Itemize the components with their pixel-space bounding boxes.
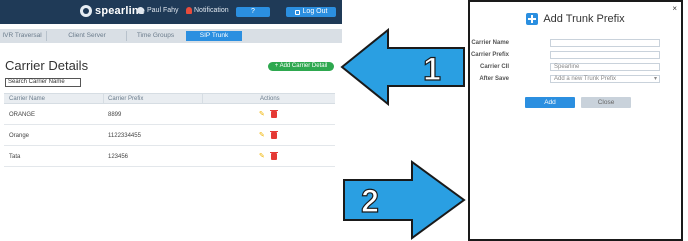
edit-pencil-icon[interactable]: ✎ [259,132,266,139]
stage: spearline Paul Fahy Notification ? Log O… [0,0,688,241]
edit-pencil-icon[interactable]: ✎ [259,111,266,118]
table-row: ORANGE 8899 ✎ [4,104,335,125]
bell-icon [186,7,192,14]
notification-label: Notification [194,7,229,14]
table-row: Orange 1122334455 ✎ [4,125,335,146]
page-title: Carrier Details [5,58,89,73]
table-row: Tata 123456 ✎ [4,146,335,167]
carrier-prefix-cell: 1122334455 [108,133,141,139]
after-save-selected-value: Add a new Trunk Prefix [554,76,617,82]
delete-trash-icon[interactable] [270,152,278,160]
add-carrier-detail-button[interactable]: + Add Carrier Detail [268,62,334,71]
user-icon [137,7,144,14]
modal-header: Add Trunk Prefix [470,13,681,25]
carrier-prefix-cell: 123456 [108,154,129,160]
tab-divider [126,31,127,41]
column-header-carrier-name: Carrier Name [9,96,46,102]
carrier-cii-label: Carrier CII [479,64,509,70]
form-row-carrier-cii: Carrier CII Spearline [470,63,681,72]
carrier-app-panel: spearline Paul Fahy Notification ? Log O… [0,0,342,241]
column-divider [103,94,104,104]
table-header: Carrier Name Carrier Prefix Actions [4,93,335,104]
form-row-carrier-prefix: Carrier Prefix [470,51,681,60]
carrier-prefix-cell: 8899 [108,112,122,118]
tab-divider [46,31,47,41]
spearline-logo-icon [80,5,92,17]
close-button[interactable]: Close [581,97,631,108]
user-name: Paul Fahy [147,7,179,14]
chevron-down-icon: ▾ [653,76,657,82]
carrier-prefix-label: Carrier Prefix [470,52,509,58]
tab-ivr-traversal[interactable]: IVR Traversal [0,31,44,41]
help-button[interactable]: ? [236,7,270,17]
tab-client-server[interactable]: Client Server [50,31,124,41]
spearline-logo[interactable]: spearline [80,5,145,17]
carrier-prefix-input[interactable] [550,51,660,59]
notification-link[interactable]: Notification [186,7,229,14]
carrier-name-label: Carrier Name [471,40,509,46]
tab-bar: IVR Traversal Client Server Time Groups … [0,29,342,43]
column-header-carrier-prefix: Carrier Prefix [108,96,144,102]
carrier-name-cell: ORANGE [9,112,36,118]
close-icon[interactable]: × [672,4,677,13]
search-carrier-input[interactable]: Search Carrier Name [5,78,81,87]
delete-trash-icon[interactable] [270,110,278,118]
top-navbar: spearline Paul Fahy Notification ? Log O… [0,0,342,24]
form-row-carrier-name: Carrier Name [470,39,681,48]
tab-time-groups[interactable]: Time Groups [128,31,183,41]
logout-label: Log Out [302,8,328,15]
column-header-actions: Actions [260,96,280,102]
tab-sip-trunk[interactable]: SIP Trunk [186,31,242,41]
arrow-1-number: 1 [423,51,441,87]
logout-icon [294,9,300,15]
logout-button[interactable]: Log Out [286,7,336,17]
carrier-name-cell: Orange [9,133,30,139]
modal-title: Add Trunk Prefix [543,13,625,25]
carrier-cii-input[interactable]: Spearline [550,63,660,71]
arrow-1-shape [340,28,465,106]
annotation-arrow-2: 2 [343,160,466,240]
after-save-label: After Save [479,76,509,82]
delete-trash-icon[interactable] [270,131,278,139]
column-divider [202,94,203,104]
carrier-name-input[interactable] [550,39,660,47]
carrier-name-cell: Tata [9,154,21,160]
carrier-table: Carrier Name Carrier Prefix Actions ORAN… [4,93,335,167]
edit-pencil-icon[interactable]: ✎ [259,153,266,160]
add-trunk-prefix-modal: × Add Trunk Prefix Carrier Name Carrier … [468,0,683,241]
user-menu[interactable]: Paul Fahy [137,7,179,14]
after-save-select[interactable]: Add a new Trunk Prefix ▾ [550,75,660,83]
plus-icon [526,13,539,25]
form-row-after-save: After Save Add a new Trunk Prefix ▾ [470,75,681,84]
arrow-2-number: 2 [361,183,379,219]
add-button[interactable]: Add [525,97,575,108]
